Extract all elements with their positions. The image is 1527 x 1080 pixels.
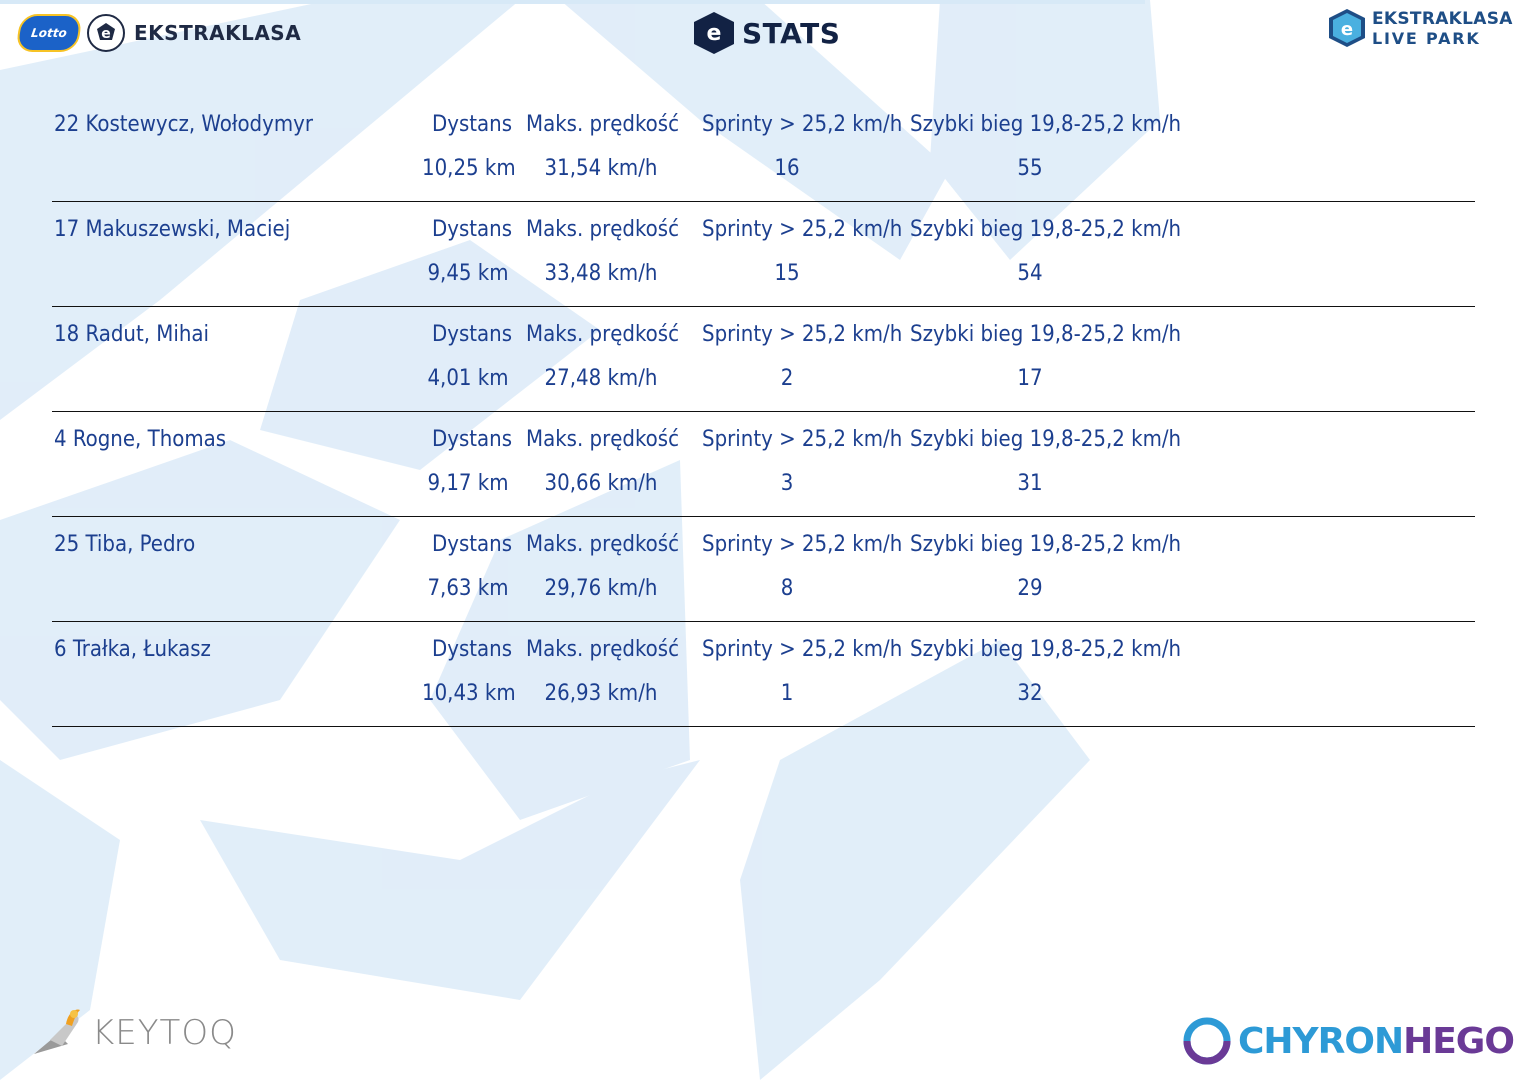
distance-label: Dystans <box>432 427 513 452</box>
player-row: 17 Makuszewski, Maciej Dystans Maks. prę… <box>52 202 1475 307</box>
chyronhego-wordmark-part2: HEGO <box>1403 1020 1515 1062</box>
chyronhego-wordmark-part1: CHYRON <box>1238 1020 1404 1062</box>
max-speed-label: Maks. prędkość <box>526 427 679 452</box>
fast-run-value: 32 <box>1017 681 1043 706</box>
max-speed-label: Maks. prędkość <box>526 112 679 137</box>
distance-label: Dystans <box>432 532 513 557</box>
distance-label: Dystans <box>432 217 513 242</box>
fast-run-value: 55 <box>1017 156 1043 181</box>
player-row: 6 Trałka, Łukasz Dystans Maks. prędkość … <box>52 622 1475 727</box>
sprints-value: 15 <box>774 261 800 286</box>
fast-run-label: Szybki bieg 19,8-25,2 km/h <box>910 532 1182 557</box>
distance-value: 9,45 km <box>427 261 509 286</box>
keytoq-wordmark: KEYTOQ <box>92 1013 237 1053</box>
player-name: 25 Tiba, Pedro <box>54 532 196 557</box>
distance-value: 4,01 km <box>427 366 509 391</box>
player-stats-table: 22 Kostewycz, Wołodymyr Dystans Maks. pr… <box>52 97 1475 727</box>
sprints-value: 8 <box>780 576 794 601</box>
fast-run-value: 31 <box>1017 471 1043 496</box>
distance-value: 10,25 km <box>422 156 516 181</box>
distance-label: Dystans <box>432 637 513 662</box>
page-header: Lotto e EKSTRAKLASA e STATS e EKSTRAKLAS… <box>0 0 1527 70</box>
chyronhego-swirl-icon <box>1183 1017 1231 1065</box>
sprints-label: Sprinty > 25,2 km/h <box>702 217 903 242</box>
svg-text:e: e <box>707 21 722 46</box>
sprints-value: 16 <box>774 156 800 181</box>
e-hexagon-live-icon: e <box>1329 9 1365 47</box>
distance-label: Dystans <box>432 322 513 347</box>
stats-wordmark: STATS <box>742 16 841 50</box>
max-speed-value: 31,54 km/h <box>544 156 658 181</box>
ekstraklasa-wordmark: EKSTRAKLASA <box>134 21 302 45</box>
fast-run-label: Szybki bieg 19,8-25,2 km/h <box>910 112 1182 137</box>
ekstraklasa-live-park-logo: e EKSTRAKLASA LIVE PARK <box>1326 6 1513 50</box>
sprints-value: 2 <box>780 366 794 391</box>
keytoq-logo: KEYTOQ <box>28 1004 237 1062</box>
distance-value: 10,43 km <box>422 681 516 706</box>
player-name: 17 Makuszewski, Maciej <box>54 217 291 242</box>
max-speed-label: Maks. prędkość <box>526 217 679 242</box>
distance-value: 9,17 km <box>427 471 509 496</box>
svg-text:e: e <box>101 26 111 42</box>
fast-run-value: 17 <box>1017 366 1043 391</box>
live-park-line1: EKSTRAKLASA <box>1372 8 1513 29</box>
distance-label: Dystans <box>432 112 513 137</box>
header-divider <box>0 0 1145 4</box>
sprints-value: 3 <box>780 471 794 496</box>
ekstraklasa-lotto-logo: Lotto e EKSTRAKLASA <box>15 10 302 56</box>
ekstraklasa-stats-logo: e STATS <box>690 10 840 56</box>
sprints-value: 1 <box>780 681 794 706</box>
max-speed-label: Maks. prędkość <box>526 532 679 557</box>
player-name: 22 Kostewycz, Wołodymyr <box>54 112 313 137</box>
sprints-label: Sprinty > 25,2 km/h <box>702 427 903 452</box>
max-speed-label: Maks. prędkość <box>526 322 679 347</box>
max-speed-value: 27,48 km/h <box>544 366 658 391</box>
lotto-badge: Lotto <box>15 14 83 52</box>
fast-run-label: Szybki bieg 19,8-25,2 km/h <box>910 637 1182 662</box>
max-speed-value: 26,93 km/h <box>544 681 658 706</box>
max-speed-label: Maks. prędkość <box>526 637 679 662</box>
svg-text:e: e <box>1341 19 1353 40</box>
player-name: 6 Trałka, Łukasz <box>54 637 211 662</box>
soccer-ball-icon: e <box>87 14 125 52</box>
sprints-label: Sprinty > 25,2 km/h <box>702 322 903 347</box>
player-row: 22 Kostewycz, Wołodymyr Dystans Maks. pr… <box>52 97 1475 202</box>
player-row: 18 Radut, Mihai Dystans Maks. prędkość S… <box>52 307 1475 412</box>
fast-run-label: Szybki bieg 19,8-25,2 km/h <box>910 322 1182 347</box>
sprints-label: Sprinty > 25,2 km/h <box>702 532 903 557</box>
player-row: 25 Tiba, Pedro Dystans Maks. prędkość Sp… <box>52 517 1475 622</box>
player-name: 18 Radut, Mihai <box>54 322 210 347</box>
fast-run-value: 54 <box>1017 261 1043 286</box>
max-speed-value: 33,48 km/h <box>544 261 658 286</box>
chyronhego-wordmark: CHYRONHEGO <box>1238 1020 1515 1062</box>
live-park-line2: LIVE PARK <box>1372 28 1481 48</box>
fast-run-label: Szybki bieg 19,8-25,2 km/h <box>910 427 1182 452</box>
sprints-label: Sprinty > 25,2 km/h <box>702 112 903 137</box>
player-name: 4 Rogne, Thomas <box>54 427 227 452</box>
e-hexagon-icon: e <box>694 12 734 54</box>
chyronhego-logo: CHYRONHEGO <box>1182 1016 1515 1066</box>
sprints-label: Sprinty > 25,2 km/h <box>702 637 903 662</box>
keytoq-rocket-icon <box>34 1009 80 1054</box>
max-speed-value: 30,66 km/h <box>544 471 658 496</box>
fast-run-value: 29 <box>1017 576 1043 601</box>
max-speed-value: 29,76 km/h <box>544 576 658 601</box>
fast-run-label: Szybki bieg 19,8-25,2 km/h <box>910 217 1182 242</box>
distance-value: 7,63 km <box>427 576 509 601</box>
player-row: 4 Rogne, Thomas Dystans Maks. prędkość S… <box>52 412 1475 517</box>
